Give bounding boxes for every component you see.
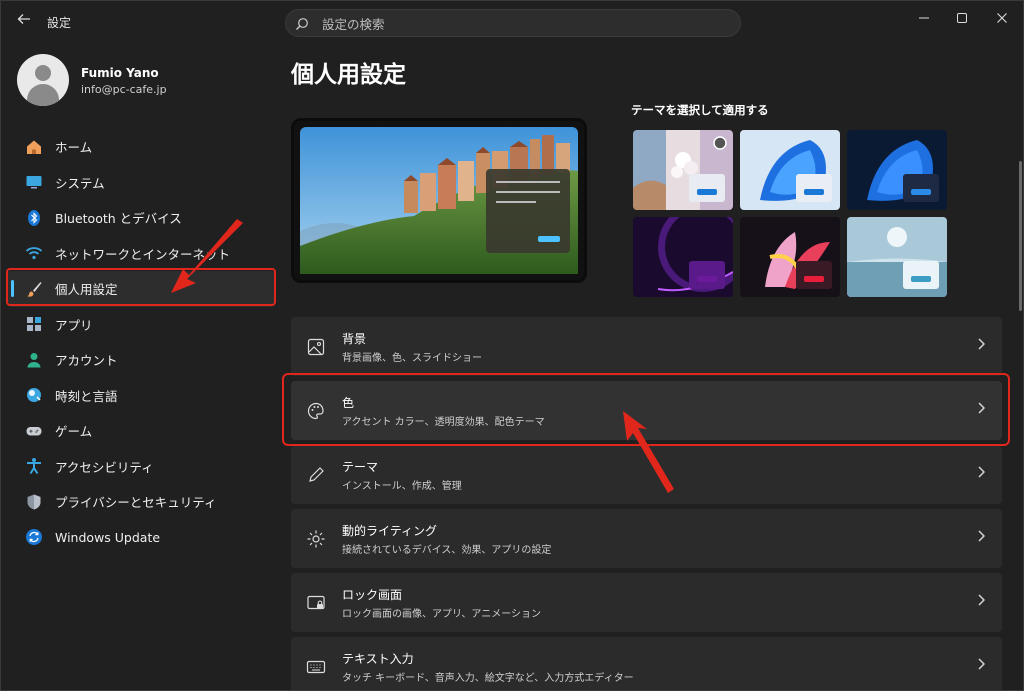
theme-tile-dark-bloom[interactable] — [847, 130, 947, 210]
search-input[interactable] — [320, 13, 724, 35]
keyboard-icon — [306, 660, 326, 674]
maximize-icon — [957, 13, 967, 23]
sidebar-item-label: プライバシーとセキュリティ — [55, 495, 217, 511]
sidebar-item-accounts[interactable]: アカウント — [7, 342, 275, 378]
sidebar-item-privacy[interactable]: プライバシーとセキュリティ — [7, 484, 275, 520]
card-title: ロック画面 — [342, 588, 403, 602]
back-arrow-icon[interactable] — [15, 12, 33, 30]
sidebar-item-bluetooth[interactable]: Bluetooth とデバイス — [7, 200, 275, 236]
card-subtitle: 接続されているデバイス、効果、アプリの設定 — [342, 545, 552, 556]
card-subtitle: タッチ キーボード、音声入力、絵文字など、入力方式エディター — [342, 673, 634, 684]
user-name: Fumio Yano — [81, 66, 159, 80]
user-email: info@pc-cafe.jp — [81, 83, 167, 96]
minimize-button[interactable] — [906, 5, 942, 31]
title-bar: 設定 — [1, 1, 1023, 41]
home-icon — [25, 138, 43, 156]
card-lock-screen[interactable]: ロック画面 ロック画面の画像、アプリ、アニメーション — [291, 573, 1002, 632]
chevron-right-icon — [976, 593, 986, 611]
sidebar-item-accessibility[interactable]: アクセシビリティ — [7, 449, 275, 485]
bluetooth-icon — [25, 209, 43, 227]
sidebar-item-label: アカウント — [55, 353, 118, 369]
close-icon — [997, 13, 1007, 23]
chevron-right-icon — [976, 465, 986, 483]
sidebar-item-time-language[interactable]: 時刻と言語 — [7, 378, 275, 414]
app-title: 設定 — [47, 16, 72, 30]
theme-tile-light-bloom[interactable] — [740, 130, 840, 210]
sidebar-item-gaming[interactable]: ゲーム — [7, 413, 275, 449]
sidebar-item-label: ネットワークとインターネット — [55, 246, 231, 262]
lock-screen-icon — [307, 595, 325, 610]
sidebar-item-label: ゲーム — [55, 424, 93, 440]
card-themes[interactable]: テーマ インストール、作成、管理 — [291, 445, 1002, 504]
network-icon — [25, 244, 43, 262]
annotation-box-colors — [282, 373, 1010, 446]
card-title: テキスト入力 — [342, 652, 414, 666]
picture-icon — [307, 338, 325, 356]
theme-tile-captured-motion[interactable] — [740, 217, 840, 297]
sidebar-item-windows-update[interactable]: Windows Update — [7, 520, 275, 556]
card-background[interactable]: 背景 背景画像、色、スライドショー — [291, 317, 1002, 376]
card-subtitle: 背景画像、色、スライドショー — [342, 353, 482, 364]
sidebar-item-label: アプリ — [55, 317, 93, 333]
avatar[interactable] — [17, 54, 69, 106]
pen-icon — [309, 467, 324, 482]
card-title: テーマ — [342, 460, 379, 474]
chevron-right-icon — [976, 529, 986, 547]
main-content: 個人用設定 テーマを選択して適用する 背景 背景画像、色、スライドショー 色 ア… — [281, 41, 1023, 690]
theme-preview — [291, 118, 587, 283]
scrollbar[interactable] — [1019, 161, 1022, 311]
page-title: 個人用設定 — [291, 62, 406, 88]
minimize-icon — [919, 17, 929, 19]
shield-icon — [25, 493, 43, 511]
search-box[interactable] — [285, 9, 741, 37]
sidebar-item-label: Bluetooth とデバイス — [55, 211, 182, 227]
update-icon — [25, 528, 43, 546]
account-icon — [25, 351, 43, 369]
sidebar-item-label: 時刻と言語 — [55, 388, 118, 404]
gaming-icon — [25, 422, 43, 440]
system-icon — [25, 173, 43, 191]
chevron-right-icon — [976, 657, 986, 675]
settings-window: 設定 Fumio Yano info@pc-cafe.jp ホーム システム — [0, 0, 1024, 691]
theme-tile-flow[interactable] — [847, 217, 947, 297]
maximize-button[interactable] — [944, 5, 980, 31]
search-icon — [296, 18, 308, 30]
sidebar-item-label: ホーム — [55, 140, 93, 156]
close-button[interactable] — [984, 5, 1020, 31]
sidebar-item-network[interactable]: ネットワークとインターネット — [7, 236, 275, 272]
card-dynamic-lighting[interactable]: 動的ライティング 接続されているデバイス、効果、アプリの設定 — [291, 509, 1002, 568]
theme-tile-glow[interactable] — [633, 217, 733, 297]
sidebar: Fumio Yano info@pc-cafe.jp ホーム システム Blue… — [1, 41, 281, 690]
card-subtitle: インストール、作成、管理 — [342, 481, 462, 492]
lighting-icon — [307, 530, 325, 548]
sidebar-item-label: Windows Update — [55, 529, 161, 545]
sidebar-item-home[interactable]: ホーム — [7, 129, 275, 165]
themes-label: テーマを選択して適用する — [631, 103, 769, 117]
sidebar-item-label: アクセシビリティ — [55, 459, 154, 475]
apps-icon — [25, 315, 43, 333]
sidebar-item-apps[interactable]: アプリ — [7, 307, 275, 343]
card-text-input[interactable]: テキスト入力 タッチ キーボード、音声入力、絵文字など、入力方式エディター — [291, 637, 1002, 690]
sidebar-item-system[interactable]: システム — [7, 165, 275, 201]
card-subtitle: ロック画面の画像、アプリ、アニメーション — [342, 609, 541, 620]
time-language-icon — [25, 386, 43, 404]
theme-tile-spotlight[interactable] — [633, 130, 733, 210]
annotation-box-personalization — [6, 268, 276, 306]
accessibility-icon — [25, 457, 43, 475]
card-title: 背景 — [342, 332, 367, 346]
chevron-right-icon — [976, 337, 986, 355]
sidebar-item-label: システム — [55, 175, 105, 191]
sidebar-nav: ホーム システム Bluetooth とデバイス ネットワークとインターネット … — [7, 129, 275, 555]
card-title: 動的ライティング — [342, 524, 438, 538]
